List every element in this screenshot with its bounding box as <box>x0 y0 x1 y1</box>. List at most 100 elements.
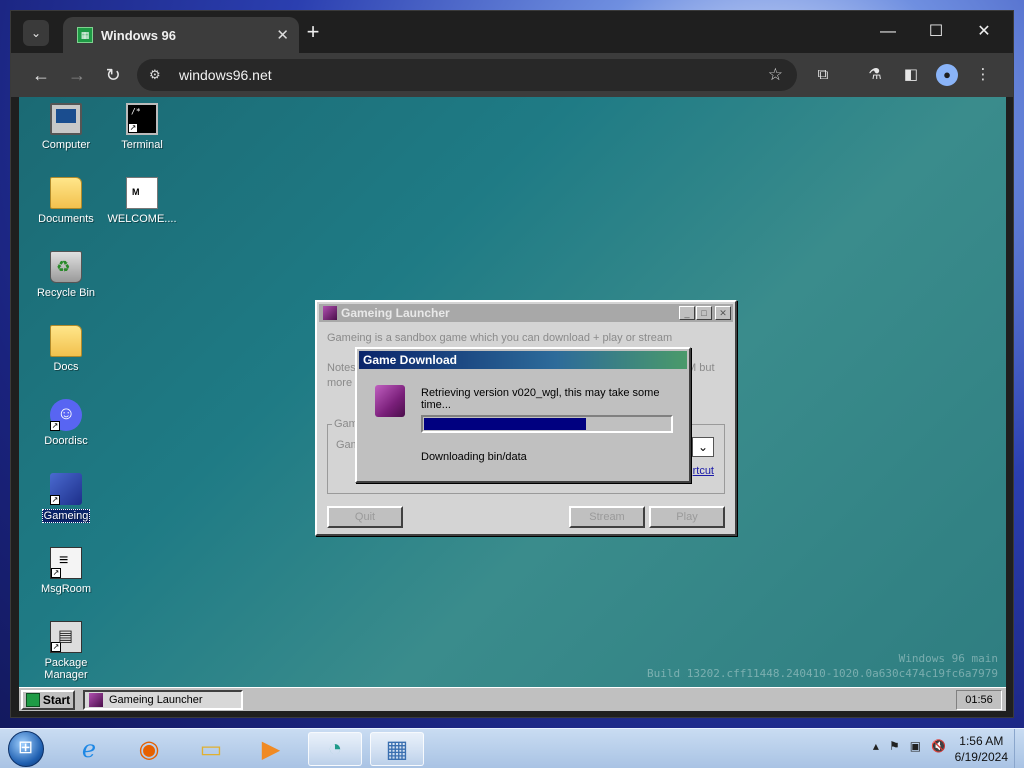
new-tab-button[interactable]: + <box>301 21 325 45</box>
desktop-icon-label: Docs <box>53 361 79 373</box>
show-hidden-icons-icon[interactable]: ▴ <box>873 739 879 753</box>
desktop-icon-label: Recycle Bin <box>36 287 96 299</box>
close-window-button[interactable]: ✕ <box>961 17 1007 47</box>
desktop-icon-terminal[interactable]: ↗ Terminal <box>105 103 179 151</box>
cube-icon <box>375 385 405 417</box>
volume-muted-icon[interactable]: 🔇 <box>931 739 946 753</box>
title-bar[interactable]: Game Download <box>359 351 687 369</box>
title-bar[interactable]: Gameing Launcher <box>319 304 733 322</box>
back-button[interactable]: ← <box>27 61 55 89</box>
avatar: ● <box>936 64 958 86</box>
reload-button[interactable]: ↻ <box>99 61 127 89</box>
labs-button[interactable]: ⚗ <box>861 61 889 89</box>
firefox-icon[interactable]: ◉ <box>122 732 176 766</box>
start-label: Start <box>42 693 71 707</box>
tab-search-button[interactable]: ⌄ <box>23 20 49 46</box>
desktop-icon-computer[interactable]: Computer <box>29 103 103 151</box>
recycle-bin-icon <box>50 251 82 283</box>
kebab-menu-icon: ⋮ <box>975 66 991 83</box>
create-shortcut-link[interactable]: rtcut <box>693 465 714 477</box>
windows96-logo-icon <box>25 693 40 707</box>
window-title: Gameing Launcher <box>341 306 450 320</box>
desktop-icon-label: Documents <box>38 213 94 225</box>
version-dropdown[interactable]: ⌄ <box>692 437 714 457</box>
back-arrow-icon: ← <box>32 65 50 85</box>
taskbar-item-gameing-launcher[interactable]: Gameing Launcher <box>83 690 243 710</box>
cube-icon <box>89 693 103 707</box>
win96-clock: 01:56 <box>956 690 1002 710</box>
win96-taskbar: Start Gameing Launcher 01:56 <box>19 687 1006 711</box>
close-button[interactable]: ✕ <box>715 306 731 320</box>
clock-time: 1:56 AM <box>959 734 1004 748</box>
desktop-icon-welcome[interactable]: WELCOME.... <box>105 177 179 225</box>
shortcut-arrow-icon: ↗ <box>50 495 60 505</box>
profile-button[interactable]: ● <box>933 61 961 89</box>
media-player-icon[interactable]: ▶ <box>244 732 298 766</box>
windows-start-orb[interactable] <box>8 731 44 767</box>
desktop-icon-docs[interactable]: Docs <box>29 325 103 373</box>
shortcut-arrow-icon: ↗ <box>51 642 61 652</box>
folder-icon <box>50 325 82 357</box>
minimize-button[interactable]: _ <box>679 306 695 320</box>
url-text[interactable]: windows96.net <box>179 67 768 83</box>
action-center-flag-icon[interactable]: ⚑ <box>889 739 900 753</box>
tab-windows96[interactable]: ▦ Windows 96 ✕ <box>63 17 299 53</box>
chrome-app-icon[interactable]: ◔ <box>308 732 362 766</box>
menu-button[interactable]: ⋮ <box>969 61 997 89</box>
minimize-button[interactable]: — <box>865 17 911 47</box>
build-watermark: Windows 96 main Build 13202.cff11448.240… <box>647 651 998 681</box>
extensions-button[interactable]: ⧉ <box>809 61 837 89</box>
game-download-dialog: Game Download Retrieving version v020_wg… <box>355 347 691 483</box>
internet-explorer-icon[interactable]: ℯ <box>62 732 116 766</box>
site-info-icon[interactable]: ⚙ <box>149 67 167 83</box>
tab-strip: ⌄ ▦ Windows 96 ✕ + — ☐ ✕ <box>11 11 1013 53</box>
remote-desktop-icon[interactable]: ▦ <box>370 732 424 766</box>
chat-icon: ↗ <box>50 547 82 579</box>
desktop-icon-msgroom[interactable]: ↗ MsgRoom <box>29 547 103 595</box>
computer-icon <box>50 103 82 135</box>
desktop-icon-label: WELCOME.... <box>107 213 177 225</box>
package-icon: ↗ <box>50 621 82 653</box>
file-explorer-icon[interactable]: ▭ <box>184 732 238 766</box>
desktop-icon-gameing[interactable]: ↗ Gameing <box>29 473 103 523</box>
chevron-down-icon: ⌄ <box>697 440 709 454</box>
shortcut-arrow-icon: ↗ <box>50 421 60 431</box>
stream-button[interactable]: Stream <box>569 506 645 528</box>
win96-desktop: Computer ↗ Terminal Documents WELCOME...… <box>19 97 1006 711</box>
folder-icon <box>50 177 82 209</box>
forward-button[interactable]: → <box>63 61 91 89</box>
desktop-icon-recycle-bin[interactable]: Recycle Bin <box>29 251 103 299</box>
tab-close-icon[interactable]: ✕ <box>276 26 289 44</box>
download-progress-bar <box>421 415 673 433</box>
launcher-notes: Notes <box>327 362 356 374</box>
desktop-icon-documents[interactable]: Documents <box>29 177 103 225</box>
system-clock[interactable]: 1:56 AM 6/19/2024 <box>955 733 1008 765</box>
task-label: Gameing Launcher <box>109 694 203 706</box>
network-icon[interactable]: ▣ <box>910 739 921 753</box>
cube-icon <box>323 306 337 320</box>
address-bar[interactable]: ⚙ windows96.net ☆ <box>137 59 797 91</box>
favicon-icon: ▦ <box>77 27 93 43</box>
forward-arrow-icon: → <box>68 65 86 85</box>
maximize-button[interactable]: ☐ <box>913 17 959 47</box>
quit-button[interactable]: Quit <box>327 506 403 528</box>
launcher-notes-2: more <box>327 377 353 389</box>
clock-date: 6/19/2024 <box>954 750 1008 764</box>
dialog-title: Game Download <box>363 353 458 367</box>
cube-icon: ↗ <box>50 473 82 505</box>
maximize-button[interactable]: □ <box>696 306 712 320</box>
terminal-icon: ↗ <box>126 103 158 135</box>
discord-icon: ↗ <box>50 399 82 431</box>
desktop-icon-label: Computer <box>41 139 91 151</box>
desktop-icon-doordisc[interactable]: ↗ Doordisc <box>29 399 103 447</box>
markdown-file-icon <box>126 177 158 209</box>
reload-icon: ↻ <box>105 65 121 85</box>
progress-fill <box>424 418 587 430</box>
desktop-icon-label: MsgRoom <box>40 583 92 595</box>
desktop-icon-package-manager[interactable]: ↗ Package Manager <box>29 621 103 681</box>
side-panel-button[interactable]: ◧ <box>897 61 925 89</box>
show-desktop-button[interactable] <box>1014 729 1024 768</box>
bookmark-star-icon[interactable]: ☆ <box>768 65 783 85</box>
play-button[interactable]: Play <box>649 506 725 528</box>
start-button[interactable]: Start <box>21 690 75 710</box>
